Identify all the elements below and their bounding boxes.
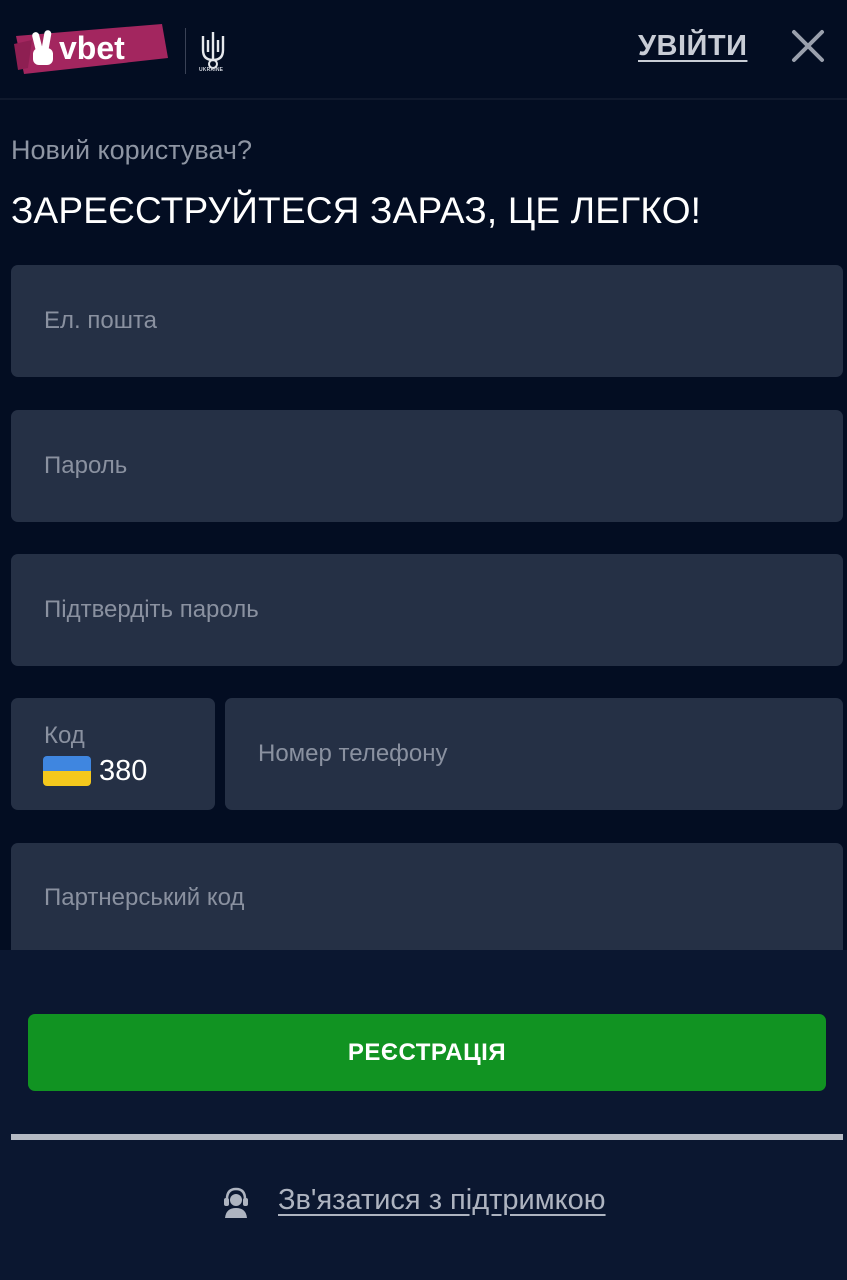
- register-button[interactable]: РЕЄСТРАЦІЯ: [28, 1014, 826, 1091]
- ukraine-flag-icon: [43, 756, 91, 786]
- crest-label: UKRAINE: [199, 67, 224, 73]
- contact-support-link[interactable]: Зв'язатися з підтримкою: [278, 1184, 606, 1217]
- password-field-container: [11, 410, 843, 522]
- page-title: ЗАРЕЄСТРУЙТЕСЯ ЗАРАЗ, ЦЕ ЛЕГКО!: [11, 190, 702, 231]
- login-link[interactable]: УВІЙТИ: [638, 30, 747, 63]
- logo-divider: [185, 28, 186, 74]
- bottom-panel: РЕЄСТРАЦІЯ Зв'язатися з підтримкою: [0, 950, 847, 1280]
- country-code-value: 380: [99, 755, 148, 787]
- close-icon[interactable]: [790, 28, 826, 64]
- phone-number-field[interactable]: [258, 740, 843, 768]
- confirm-password-field-container: [11, 554, 843, 666]
- vbet-logo[interactable]: vbet: [12, 18, 170, 76]
- section-divider: [11, 1134, 843, 1140]
- registration-page: vbet UKRAINE УВІЙТИ Новий користувач? ЗА…: [0, 0, 847, 1280]
- country-code-label: Код: [44, 722, 85, 749]
- email-field[interactable]: [44, 307, 843, 335]
- partner-code-field[interactable]: [44, 884, 843, 912]
- confirm-password-field[interactable]: [44, 596, 843, 624]
- country-code-select[interactable]: Код 380: [11, 698, 215, 810]
- logo-text: vbet: [59, 30, 125, 66]
- header: vbet UKRAINE УВІЙТИ: [0, 0, 847, 100]
- phone-field-container: [225, 698, 843, 810]
- password-field[interactable]: [44, 452, 843, 480]
- support-agent-icon[interactable]: [220, 1185, 252, 1219]
- partner-code-field-container: [11, 843, 843, 953]
- new-user-subtitle: Новий користувач?: [11, 135, 252, 165]
- email-field-container: [11, 265, 843, 377]
